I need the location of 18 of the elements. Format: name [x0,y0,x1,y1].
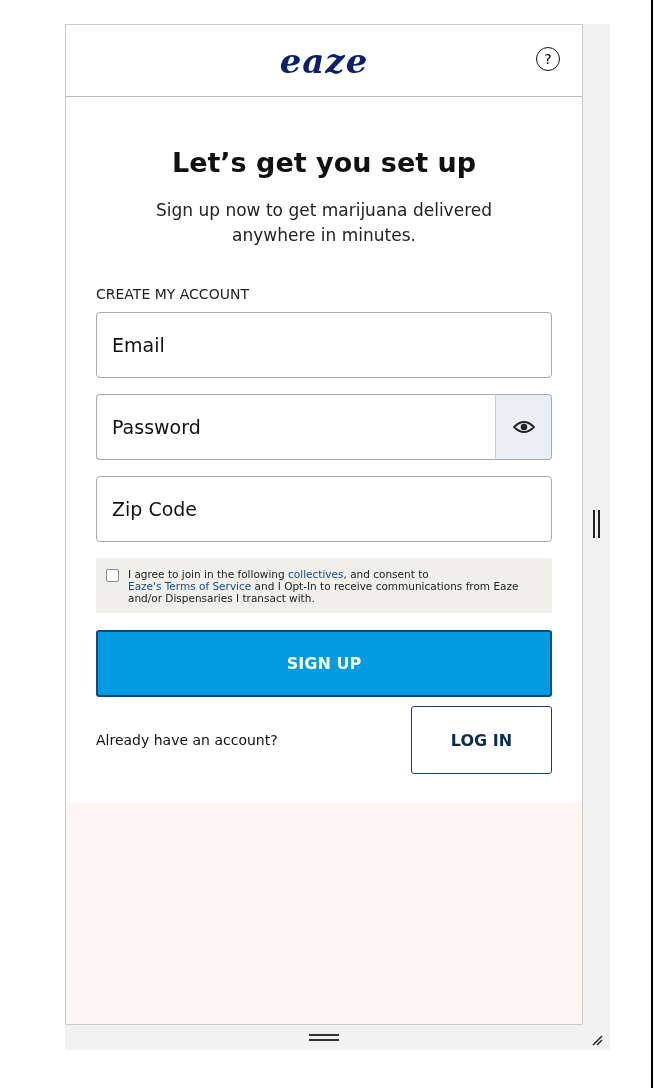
resize-handle[interactable] [593,510,600,538]
checkbox[interactable] [106,569,119,582]
consent-text: I agree to join in the following collectives, and consent to Eaze's Terms of Service and I Opt-In to receive communications from Eaze and/or Dispensaries I transact with. [128,568,520,604]
logo[interactable]: eaze [279,40,369,81]
eye-icon [512,420,535,434]
login-prompt: Already have an account? [96,732,278,748]
resize-corner-icon[interactable] [591,1034,603,1046]
help-button[interactable]: ? [536,47,560,71]
page-title: Let’s get you set up [170,147,478,178]
link[interactable]: Eaze's Terms of Service [128,580,252,592]
input-field[interactable]: Email [96,312,552,378]
resize-handle[interactable] [309,1034,339,1041]
password-field[interactable]: Password [96,394,495,460]
show-password-button[interactable] [495,394,552,460]
section-label: CREATE MY ACCOUNT [96,286,250,302]
subtitle: Sign up now to get marijuana delivered anywhere in minutes. [155,199,493,247]
log-in-button[interactable]: LOG IN [411,706,552,774]
input-field[interactable]: Zip Code [96,476,552,542]
